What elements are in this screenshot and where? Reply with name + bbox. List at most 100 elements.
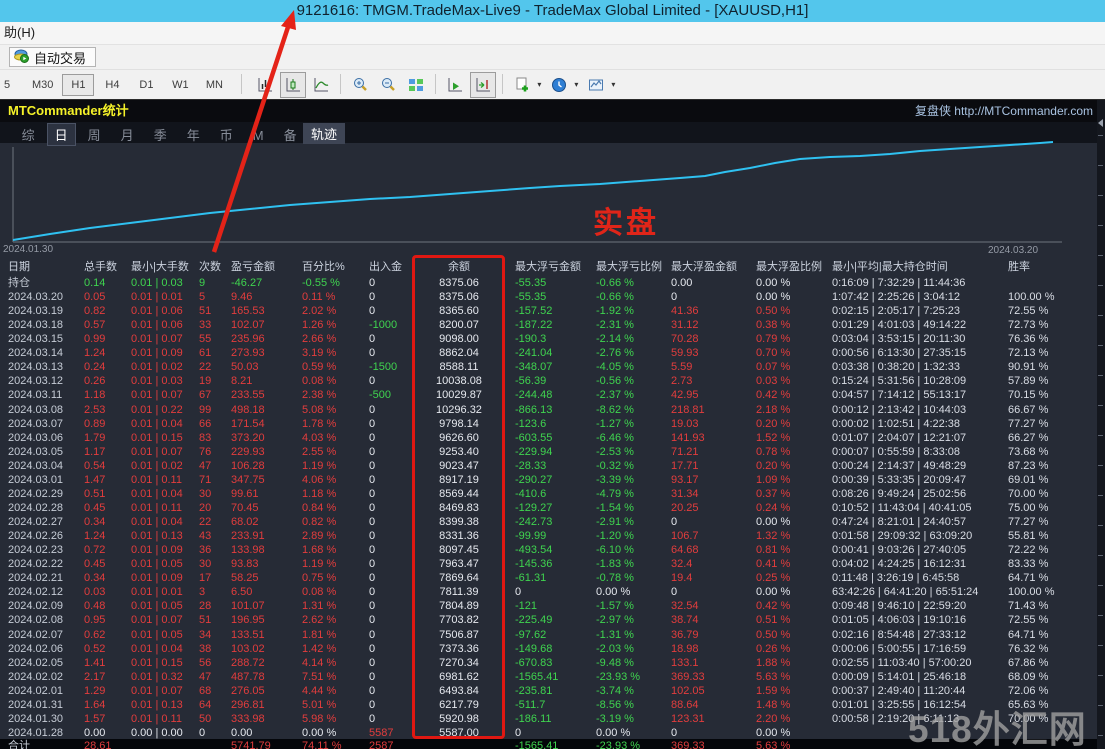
scrollbar[interactable] — [1097, 100, 1105, 749]
table-cell: -0.56 % — [596, 374, 670, 388]
table-cell: 0.70 % — [756, 346, 824, 360]
table-cell: 6.50 — [231, 585, 301, 599]
dropdown-caret-icon[interactable]: ▾ — [611, 80, 615, 89]
bar-chart-button[interactable] — [252, 72, 278, 98]
panel-tab-M[interactable]: M — [245, 126, 272, 145]
track-button[interactable]: 轨迹 — [303, 123, 345, 144]
panel-tab-综[interactable]: 综 — [14, 123, 43, 146]
panel-tab-季[interactable]: 季 — [146, 123, 175, 146]
table-cell: 0.38 % — [756, 318, 824, 332]
table-cell: 369.33 — [671, 739, 753, 749]
table-row: 2024.02.011.290.01 | 0.0768276.054.44 %0… — [0, 684, 1097, 698]
zoom-in-icon — [351, 76, 369, 94]
toolbar-separator — [435, 74, 436, 94]
table-cell: 34 — [199, 628, 229, 642]
table-row: 2024.02.270.340.01 | 0.042268.020.82 %08… — [0, 515, 1097, 529]
table-cell: 1.47 — [84, 473, 130, 487]
scrollbar-tick — [1098, 495, 1103, 496]
table-cell: 0:00:39 | 5:33:35 | 20:09:47 — [832, 473, 1008, 487]
table-cell: 0.00 % — [756, 290, 824, 304]
table-cell: 0 — [369, 374, 415, 388]
table-cell: 0.41 % — [756, 557, 824, 571]
column-header: 最大浮盈金额 — [671, 260, 753, 274]
table-cell: 76 — [199, 445, 229, 459]
table-cell: 0:47:24 | 8:21:01 | 24:40:57 — [832, 515, 1008, 529]
tile-windows-button[interactable] — [403, 72, 429, 98]
table-header-row: 日期总手数最小|大手数次数盈亏金额百分比%出入金余额最大浮亏金额最大浮亏比例最大… — [0, 260, 1097, 275]
timeframe-H1[interactable]: H1 — [62, 74, 94, 96]
table-cell: 2.20 % — [756, 712, 824, 726]
table-cell: 8862.04 — [414, 346, 504, 360]
table-cell: 2.62 % — [302, 613, 368, 627]
table-cell: 1.18 — [84, 388, 130, 402]
table-cell: 2.17 — [84, 670, 130, 684]
panel-brand-link[interactable]: 复盘侠 http://MTCommander.com — [915, 100, 1093, 122]
table-cell: 持仓 — [8, 276, 82, 290]
panel-tab-备[interactable]: 备 — [276, 123, 305, 146]
panel-tab-月[interactable]: 月 — [113, 123, 142, 146]
table-cell: 56 — [199, 656, 229, 670]
table-cell: 8469.83 — [414, 501, 504, 515]
timeframe-H4[interactable]: H4 — [96, 74, 128, 96]
menu-item-help[interactable]: 助(H) — [0, 22, 39, 44]
panel-tab-年[interactable]: 年 — [179, 123, 208, 146]
auto-scroll-button[interactable] — [442, 72, 468, 98]
timeframe-W1[interactable]: W1 — [164, 74, 196, 96]
table-cell: 0.37 % — [756, 487, 824, 501]
table-cell: 0:01:05 | 4:06:03 | 19:10:16 — [832, 613, 1008, 627]
table-cell: 0:00:37 | 2:49:40 | 11:20:44 — [832, 684, 1008, 698]
table-cell: 7869.64 — [414, 571, 504, 585]
table-cell: 0.48 — [84, 599, 130, 613]
table-cell: 2.55 % — [302, 445, 368, 459]
toolbar-separator — [241, 74, 242, 94]
table-cell: 5.98 % — [302, 712, 368, 726]
main-toolbar: 自动交易 — [0, 45, 1105, 70]
table-cell: 2024.01.30 — [8, 712, 82, 726]
autotrade-button[interactable]: 自动交易 — [9, 47, 96, 67]
table-cell: 0:01:58 | 29:09:32 | 63:09:20 — [832, 529, 1008, 543]
table-cell: 1.18 % — [302, 487, 368, 501]
panel-tab-币[interactable]: 币 — [212, 123, 241, 146]
table-cell: 0 — [369, 332, 415, 346]
table-cell: 2.73 — [671, 374, 753, 388]
table-cell: 0:01:07 | 2:04:07 | 12:21:07 — [832, 431, 1008, 445]
column-header: 最大浮亏比例 — [596, 260, 670, 274]
timeframe-D1[interactable]: D1 — [130, 74, 162, 96]
dropdown-caret-icon[interactable]: ▾ — [574, 80, 578, 89]
timeframe-5[interactable]: 5 — [0, 74, 23, 96]
dropdown-caret-icon[interactable]: ▾ — [537, 80, 541, 89]
table-cell: 30 — [199, 487, 229, 501]
table-cell: 0.45 — [84, 501, 130, 515]
table-cell: 0.78 % — [756, 445, 824, 459]
table-cell: -55.35 — [515, 290, 595, 304]
table-cell: -145.36 — [515, 557, 595, 571]
zoom-out-button[interactable] — [375, 72, 401, 98]
table-cell: 3.19 % — [302, 346, 368, 360]
table-cell: 100.00 % — [1008, 585, 1080, 599]
timeframe-M30[interactable]: M30 — [25, 74, 60, 96]
table-cell: 58.25 — [231, 571, 301, 585]
indicators-button[interactable] — [509, 72, 535, 98]
table-cell: 1.17 — [84, 445, 130, 459]
candlestick-button[interactable] — [280, 72, 306, 98]
table-cell: 38 — [199, 642, 229, 656]
table-row: 2024.01.280.000.00 | 0.0000.000.00 %5587… — [0, 726, 1097, 740]
zoom-in-button[interactable] — [347, 72, 373, 98]
line-chart-button[interactable] — [308, 72, 334, 98]
table-cell: 0 — [369, 403, 415, 417]
table-cell: 0.01 | 0.04 — [131, 417, 197, 431]
table-cell: 2024.03.18 — [8, 318, 82, 332]
table-cell: 33 — [199, 318, 229, 332]
table-cell: 0.00 % — [596, 726, 670, 740]
table-cell: -290.27 — [515, 473, 595, 487]
table-row: 2024.02.280.450.01 | 0.112070.450.84 %08… — [0, 501, 1097, 515]
panel-header: MTCommander统计 复盘侠 http://MTCommander.com — [0, 100, 1105, 122]
chart-shift-button[interactable] — [470, 72, 496, 98]
panel-tab-周[interactable]: 周 — [80, 123, 109, 146]
panel-tab-日[interactable]: 日 — [47, 123, 76, 146]
timeframe-MN[interactable]: MN — [198, 74, 230, 96]
table-cell: 2.89 % — [302, 529, 368, 543]
periods-button[interactable] — [546, 72, 572, 98]
templates-button[interactable] — [583, 72, 609, 98]
table-cell: 2024.03.04 — [8, 459, 82, 473]
